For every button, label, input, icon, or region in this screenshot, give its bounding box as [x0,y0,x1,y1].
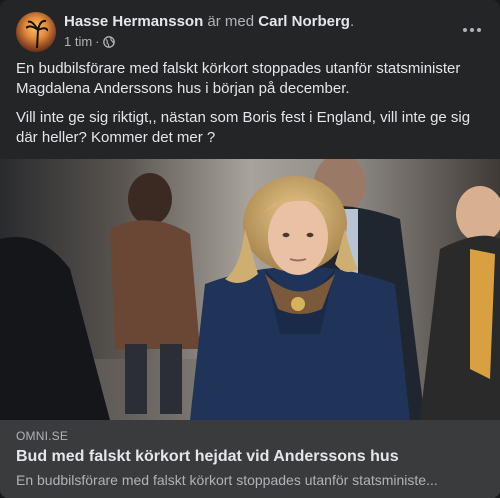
post-paragraph: En budbilsförare med falskt körkort stop… [16,60,461,97]
post-header: Hasse Hermansson är med Carl Norberg. 1 … [16,12,484,52]
with-text: är med [207,13,255,30]
palm-tree-icon [26,19,48,48]
author-avatar[interactable] [16,12,56,52]
meta-separator: · [95,34,100,49]
post-paragraph: Vill inte ge sig riktigt,, nästan som Bo… [16,109,471,146]
preview-title[interactable]: Bud med falskt körkort hejdat vid Anders… [16,448,399,466]
author-name[interactable]: Hasse Hermansson [64,13,203,30]
preview-domain: OMNI.SE [16,429,69,443]
link-preview-card[interactable]: OMNI.SE Bud med falskt körkort hejdat vi… [0,420,500,498]
link-preview-image[interactable] [0,159,500,420]
post-author-line: Hasse Hermansson är med Carl Norberg. [64,12,354,32]
preview-description: En budbilsförare med falskt körkort stop… [16,472,438,488]
more-dot-icon [477,28,481,32]
more-dot-icon [470,28,474,32]
feed-post: Hasse Hermansson är med Carl Norberg. 1 … [0,0,500,498]
globe-icon [102,36,115,48]
more-options-button[interactable] [460,20,484,40]
tagged-suffix: . [349,13,355,30]
post-text: En budbilsförare med falskt körkort stop… [16,59,484,157]
news-photo [0,159,500,420]
tagged-name[interactable]: Carl Norberg [258,13,350,30]
more-dot-icon [463,28,467,32]
post-meta: 1 tim · [64,34,115,50]
post-time[interactable]: 1 tim [64,34,92,50]
